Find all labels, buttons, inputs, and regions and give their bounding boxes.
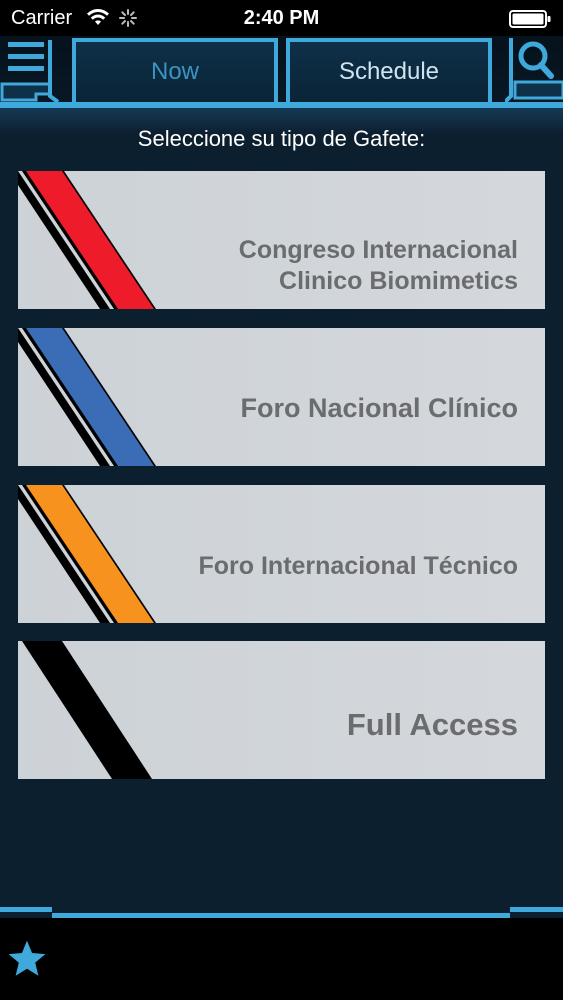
badge-label: Foro Nacional Clínico: [240, 392, 518, 423]
status-time: 2:40 PM: [243, 7, 320, 29]
tab-now[interactable]: Now: [72, 38, 278, 106]
badge-stripe-red: [18, 171, 156, 309]
badge-stripe-black: [22, 641, 152, 779]
badge-stripe-blue: [18, 328, 156, 466]
status-bar: Carrier 2:40 PM: [0, 0, 563, 36]
badge-type-prompt: Seleccione su tipo de Gafete:: [137, 126, 426, 151]
favorites-button[interactable]: [6, 938, 48, 980]
tab-bar: [0, 918, 563, 1000]
badge-label: Full Access: [346, 707, 518, 742]
tab-schedule[interactable]: Schedule: [286, 38, 492, 106]
hamburger-menu-icon: [0, 40, 60, 104]
badge-option-foro-nacional[interactable]: Foro Nacional Clínico: [18, 328, 545, 466]
search-icon: [503, 38, 563, 104]
badge-label: Congreso Internacional Clinico Biomimeti…: [238, 236, 518, 295]
badge-label: Foro Internacional Técnico: [198, 551, 519, 580]
star-icon: [8, 940, 46, 976]
badge-option-full-access[interactable]: Full Access: [18, 641, 545, 779]
header-bar: Now Schedule: [0, 36, 563, 134]
battery-icon: [509, 10, 551, 34]
badge-option-foro-internacional[interactable]: Foro Internacional Técnico: [18, 485, 545, 623]
menu-button[interactable]: [0, 36, 62, 112]
badge-option-congreso[interactable]: Congreso Internacional Clinico Biomimeti…: [18, 171, 545, 309]
badge-stripe-orange: [18, 485, 156, 623]
search-button[interactable]: [503, 36, 563, 112]
